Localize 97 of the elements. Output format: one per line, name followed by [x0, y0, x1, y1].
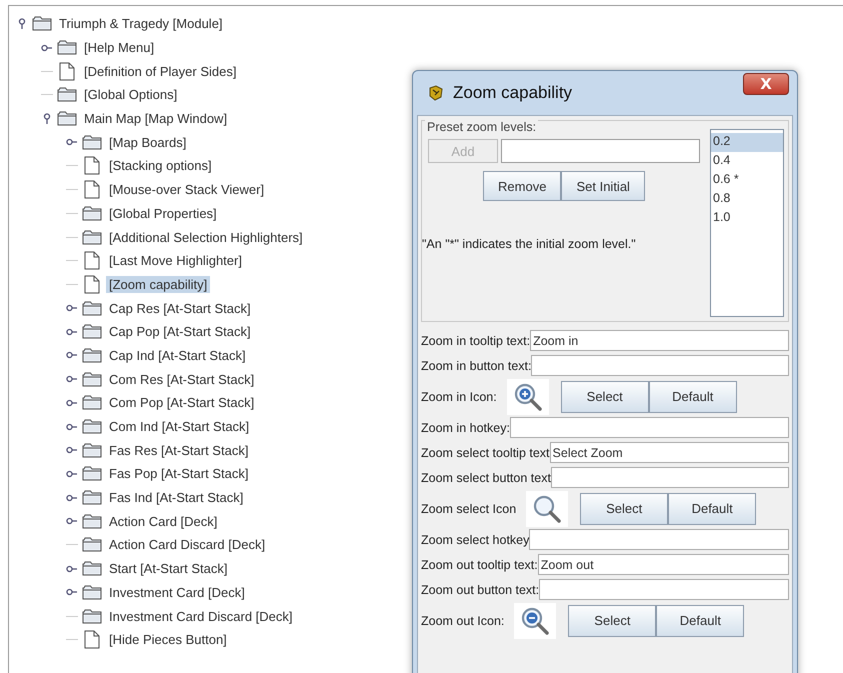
document-icon: [82, 180, 102, 200]
document-icon: [82, 630, 102, 650]
zoom-in-icon: [512, 382, 543, 412]
folder-icon: [82, 561, 102, 576]
folder-icon: [82, 372, 102, 387]
tree-item[interactable]: Triumph & Tragedy [Module]: [56, 15, 226, 32]
tree-item[interactable]: Cap Ind [At-Start Stack]: [106, 346, 249, 364]
search-icon: [532, 494, 562, 524]
folder-icon: [32, 16, 52, 32]
field-label: Zoom out button text:: [421, 582, 540, 596]
folder-icon: [82, 514, 102, 529]
tree-item[interactable]: [Map Boards]: [106, 134, 190, 151]
list-item[interactable]: 0.8: [711, 190, 783, 209]
folder-icon: [57, 111, 77, 126]
text-field[interactable]: Zoom out: [538, 554, 789, 575]
folder-icon: [82, 324, 102, 340]
tree-item[interactable]: [Mouse-over Stack Viewer]: [106, 181, 268, 198]
field-label: Zoom in tooltip text:: [421, 334, 530, 348]
text-field[interactable]: [550, 467, 789, 488]
zoom-level-input[interactable]: [501, 139, 700, 163]
list-item[interactable]: 0.2: [711, 133, 783, 152]
field-label: Zoom in hotkey:: [421, 420, 510, 434]
app-icon: [427, 84, 445, 102]
field-label: Zoom in Icon:: [421, 390, 497, 404]
text-field[interactable]: [510, 417, 789, 438]
field-label: Zoom select Icon: [421, 502, 516, 516]
folder-icon: [82, 584, 102, 600]
tree-item[interactable]: Investment Card [Deck]: [106, 584, 248, 601]
text-field[interactable]: Zoom in: [530, 330, 789, 351]
tree-item[interactable]: Action Card Discard [Deck]: [106, 536, 268, 554]
collapse-handle-icon[interactable]: [16, 18, 28, 30]
tree-item[interactable]: Main Map [Map Window]: [81, 110, 230, 128]
tree-item[interactable]: Cap Pop [At-Start Stack]: [106, 323, 254, 340]
tree-item[interactable]: Com Ind [At-Start Stack]: [106, 418, 252, 436]
folder-icon: [82, 608, 102, 624]
group-title: Preset zoom levels:: [425, 120, 538, 134]
folder-icon: [82, 466, 102, 482]
tree-item[interactable]: [Global Options]: [81, 86, 180, 104]
tree-item[interactable]: Investment Card Discard [Deck]: [106, 608, 296, 625]
folder-icon: [82, 490, 102, 506]
document-icon: [82, 274, 102, 294]
default-button[interactable]: Default: [648, 380, 737, 412]
tree-item[interactable]: Com Pop [At-Start Stack]: [106, 394, 258, 412]
default-button[interactable]: Default: [668, 492, 756, 524]
remove-button[interactable]: Remove: [483, 171, 562, 201]
folder-icon: [82, 206, 102, 221]
tree-item[interactable]: [Stacking options]: [106, 157, 215, 174]
folder-icon: [82, 537, 102, 552]
folder-icon: [57, 40, 77, 56]
list-item[interactable]: 1.0: [711, 209, 783, 228]
folder-icon: [82, 300, 102, 316]
collapse-handle-icon[interactable]: [41, 112, 53, 125]
select-button[interactable]: Select: [560, 380, 649, 412]
field-label: Zoom select hotkey: [421, 532, 530, 546]
list-item[interactable]: 0.6 *: [711, 171, 783, 190]
field-label: Zoom select tooltip text: [421, 446, 550, 460]
tree-item[interactable]: [Additional Selection Highlighters]: [106, 228, 306, 246]
folder-icon: [82, 348, 102, 363]
folder-icon: [82, 442, 102, 458]
list-item[interactable]: 0.4: [711, 152, 783, 171]
window-title: Zoom capability: [453, 83, 574, 103]
tree-item[interactable]: [Help Menu]: [81, 39, 158, 56]
tree-item[interactable]: [Definition of Player Sides]: [81, 62, 240, 80]
set-initial-button[interactable]: Set Initial: [561, 171, 645, 201]
text-field[interactable]: [531, 355, 789, 376]
field-label: Zoom in button text:: [421, 358, 532, 372]
zoom-out-icon: [520, 606, 550, 636]
tree-item[interactable]: Fas Pop [At-Start Stack]: [106, 465, 252, 482]
field-label: Zoom select button text: [421, 470, 551, 484]
document-icon: [82, 251, 102, 270]
folder-icon: [82, 395, 102, 410]
tree-item[interactable]: Fas Res [At-Start Stack]: [106, 442, 252, 459]
select-button[interactable]: Select: [580, 492, 668, 524]
default-button[interactable]: Default: [656, 604, 744, 636]
document-icon: [82, 156, 102, 176]
text-field[interactable]: [539, 579, 789, 600]
tree-item[interactable]: [Zoom capability]: [106, 276, 210, 293]
tree-item[interactable]: Cap Res [At-Start Stack]: [106, 300, 254, 317]
tree-item[interactable]: Start [At-Start Stack]: [106, 560, 230, 578]
folder-icon: [82, 419, 102, 434]
folder-icon: [82, 230, 102, 245]
field-label: Zoom out Icon:: [421, 614, 504, 628]
tree-item[interactable]: [Last Move Highlighter]: [106, 252, 245, 270]
document-icon: [57, 62, 77, 81]
tree-item[interactable]: [Hide Pieces Button]: [106, 631, 230, 648]
tree-item[interactable]: Action Card [Deck]: [106, 512, 220, 530]
hint-text: "An "*" indicates the initial zoom level.": [422, 237, 637, 251]
folder-icon: [57, 87, 77, 102]
select-button[interactable]: Select: [568, 604, 656, 636]
tree-item[interactable]: [Global Properties]: [106, 204, 220, 222]
field-label: Zoom out tooltip text:: [421, 558, 538, 572]
text-field[interactable]: Select Zoom: [550, 442, 789, 463]
text-field[interactable]: [529, 529, 789, 550]
folder-icon: [82, 134, 102, 150]
close-button[interactable]: X: [743, 73, 789, 95]
tree-item[interactable]: Fas Ind [At-Start Stack]: [106, 489, 246, 506]
tree-item[interactable]: Com Res [At-Start Stack]: [106, 370, 258, 388]
